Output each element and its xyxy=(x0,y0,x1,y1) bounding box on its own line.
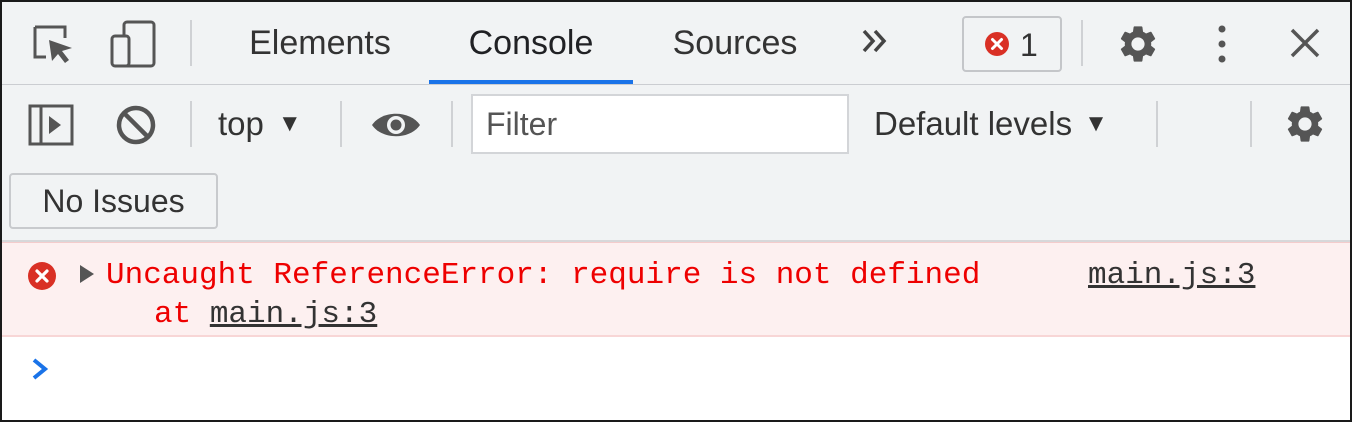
context-selector[interactable]: top ▼ xyxy=(218,105,302,143)
console-toolbar: top ▼ Default levels ▼ xyxy=(2,85,1350,163)
error-message-text: Uncaught ReferenceError: require is not … xyxy=(106,258,981,293)
toolbar-divider xyxy=(1250,101,1252,147)
active-tab-indicator xyxy=(429,80,633,84)
error-icon xyxy=(27,261,57,296)
tab-sources[interactable]: Sources xyxy=(656,2,814,84)
close-icon[interactable] xyxy=(1288,26,1322,65)
error-icon xyxy=(985,32,1009,56)
filter-input[interactable] xyxy=(471,94,849,154)
kebab-menu-icon[interactable] xyxy=(1210,24,1234,69)
toolbar-divider xyxy=(190,101,192,147)
error-count-button[interactable]: 1 xyxy=(962,16,1062,72)
console-settings-gear-icon[interactable] xyxy=(1283,102,1327,151)
context-label: top xyxy=(218,105,264,142)
devtools-tab-bar: Elements Console Sources 1 xyxy=(2,2,1350,85)
tab-elements[interactable]: Elements xyxy=(234,2,406,84)
expand-triangle-icon[interactable] xyxy=(80,265,94,283)
source-location-link[interactable]: main.js:3 xyxy=(1088,258,1255,293)
toolbar-divider xyxy=(1081,20,1083,66)
console-message-error: Uncaught ReferenceError: require is not … xyxy=(2,242,1350,337)
log-levels-dropdown[interactable]: Default levels ▼ xyxy=(874,105,1108,143)
toolbar-divider xyxy=(1156,101,1158,147)
stack-location-link[interactable]: main.js:3 xyxy=(210,297,377,332)
gear-icon[interactable] xyxy=(1116,22,1160,71)
device-toolbar-icon[interactable] xyxy=(110,20,158,73)
eye-icon[interactable] xyxy=(370,109,422,146)
sidebar-toggle-icon[interactable] xyxy=(28,104,74,151)
toolbar-divider xyxy=(451,101,453,147)
chevrons-right-icon[interactable] xyxy=(860,26,890,65)
triangle-down-icon: ▼ xyxy=(1084,110,1108,137)
toolbar-divider xyxy=(340,101,342,147)
issues-bar: No Issues xyxy=(2,163,1350,242)
stack-prefix: at xyxy=(154,297,210,332)
tab-console[interactable]: Console xyxy=(444,2,618,84)
issues-button[interactable]: No Issues xyxy=(9,173,218,229)
toolbar-divider xyxy=(190,20,192,66)
console-prompt-chevron-icon[interactable] xyxy=(30,356,52,387)
error-stack-line: at main.js:3 xyxy=(154,297,377,332)
error-count: 1 xyxy=(1020,27,1038,63)
triangle-down-icon: ▼ xyxy=(277,110,302,137)
clear-console-icon[interactable] xyxy=(115,104,157,151)
inspect-element-icon[interactable] xyxy=(32,24,78,69)
devtools-window: Elements Console Sources 1 top ▼ Filter … xyxy=(0,0,1352,422)
log-levels-label: Default levels xyxy=(874,105,1073,142)
